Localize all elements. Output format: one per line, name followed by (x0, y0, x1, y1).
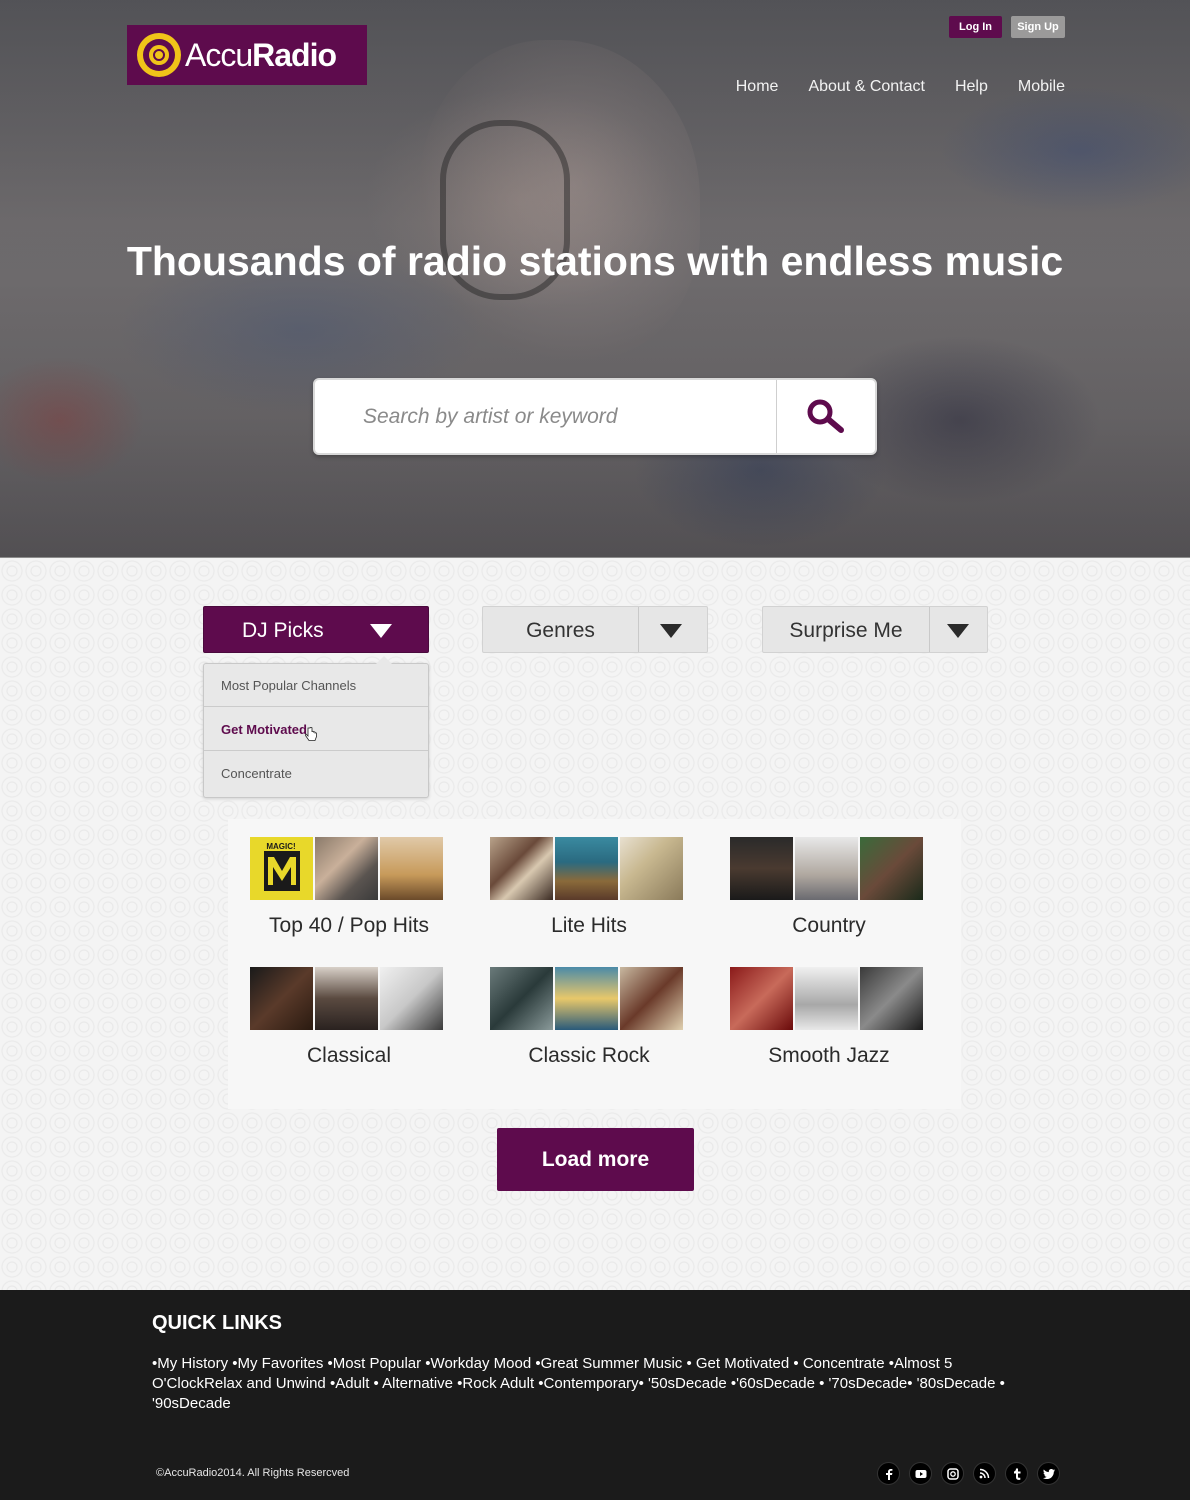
album-cover (555, 967, 618, 1030)
genre-label: Classic Rock (528, 1044, 650, 1067)
load-more-button[interactable]: Load more (497, 1128, 694, 1191)
genres-dropdown[interactable]: Genres (482, 606, 708, 653)
accuradio-logo[interactable]: AccuRadio (127, 25, 367, 85)
social-links (877, 1462, 1060, 1485)
instagram-icon[interactable] (941, 1462, 964, 1485)
nav-mobile[interactable]: Mobile (1018, 78, 1065, 96)
genre-card-lite-hits[interactable]: Lite Hits (489, 837, 689, 938)
facebook-icon[interactable] (877, 1462, 900, 1485)
genre-card-top40[interactable]: MAGIC! Top 40 / Pop Hits (249, 837, 449, 938)
tumblr-icon[interactable] (1005, 1462, 1028, 1485)
album-covers (250, 967, 449, 1030)
nav-about-contact[interactable]: About & Contact (808, 78, 925, 96)
rss-icon[interactable] (973, 1462, 996, 1485)
album-cover (315, 837, 378, 900)
album-cover (860, 967, 923, 1030)
nav-help[interactable]: Help (955, 78, 988, 96)
copyright-text: ©AccuRadio2014. All Rights Resercved (156, 1467, 350, 1479)
album-covers (730, 967, 929, 1030)
search-button[interactable] (776, 380, 875, 453)
twitter-icon[interactable] (1037, 1462, 1060, 1485)
album-covers (490, 837, 689, 900)
album-cover (620, 837, 683, 900)
triangle-down-icon (370, 624, 392, 638)
genres-label: Genres (526, 619, 595, 642)
genre-label: Lite Hits (551, 914, 627, 937)
logo-icon (137, 33, 181, 77)
album-cover (380, 967, 443, 1030)
album-cover (860, 837, 923, 900)
hand-cursor-icon (305, 727, 317, 741)
login-button[interactable]: Log In (949, 16, 1002, 38)
nav-home[interactable]: Home (736, 78, 779, 96)
genre-card-smooth-jazz[interactable]: Smooth Jazz (729, 967, 929, 1068)
logo-text: AccuRadio (185, 36, 337, 73)
album-cover: MAGIC! (250, 837, 313, 900)
album-covers: MAGIC! (250, 837, 449, 900)
album-cover (315, 967, 378, 1030)
quick-links-title: QUICK LINKS (152, 1312, 282, 1334)
hero-headline: Thousands of radio stations with endless… (126, 238, 1064, 284)
menu-item-most-popular[interactable]: Most Popular Channels (204, 664, 428, 707)
album-covers (730, 837, 929, 900)
triangle-down-icon (947, 624, 969, 638)
album-cover (795, 837, 858, 900)
search-icon (807, 399, 844, 433)
genre-label: Country (792, 914, 866, 937)
signup-button[interactable]: Sign Up (1011, 16, 1065, 38)
album-cover (620, 967, 683, 1030)
album-cover (490, 837, 553, 900)
dj-picks-dropdown[interactable]: DJ Picks (203, 606, 429, 653)
surprise-me-dropdown[interactable]: Surprise Me (762, 606, 988, 653)
genre-label: Top 40 / Pop Hits (269, 914, 429, 937)
album-cover (555, 837, 618, 900)
genre-card-country[interactable]: Country (729, 837, 929, 938)
album-cover (380, 837, 443, 900)
dj-picks-label: DJ Picks (242, 619, 324, 642)
triangle-down-icon (660, 624, 682, 638)
youtube-icon[interactable] (909, 1462, 932, 1485)
album-cover (795, 967, 858, 1030)
search-box (313, 378, 877, 455)
genre-card-classical[interactable]: Classical (249, 967, 449, 1068)
search-input[interactable] (337, 394, 757, 440)
album-cover (490, 967, 553, 1030)
menu-item-concentrate[interactable]: Concentrate (204, 752, 428, 795)
main-nav: Home About & Contact Help Mobile (736, 78, 1065, 96)
album-covers (490, 967, 689, 1030)
svg-text:MAGIC!: MAGIC! (266, 842, 295, 851)
genre-label: Smooth Jazz (768, 1044, 890, 1067)
quick-links-list[interactable]: •My History •My Favorites •Most Popular … (152, 1354, 1012, 1414)
album-cover (730, 967, 793, 1030)
genre-label: Classical (306, 1044, 392, 1067)
genre-card-classic-rock[interactable]: Classic Rock (489, 967, 689, 1068)
album-cover (730, 837, 793, 900)
surprise-me-label: Surprise Me (789, 619, 903, 642)
album-cover (250, 967, 313, 1030)
